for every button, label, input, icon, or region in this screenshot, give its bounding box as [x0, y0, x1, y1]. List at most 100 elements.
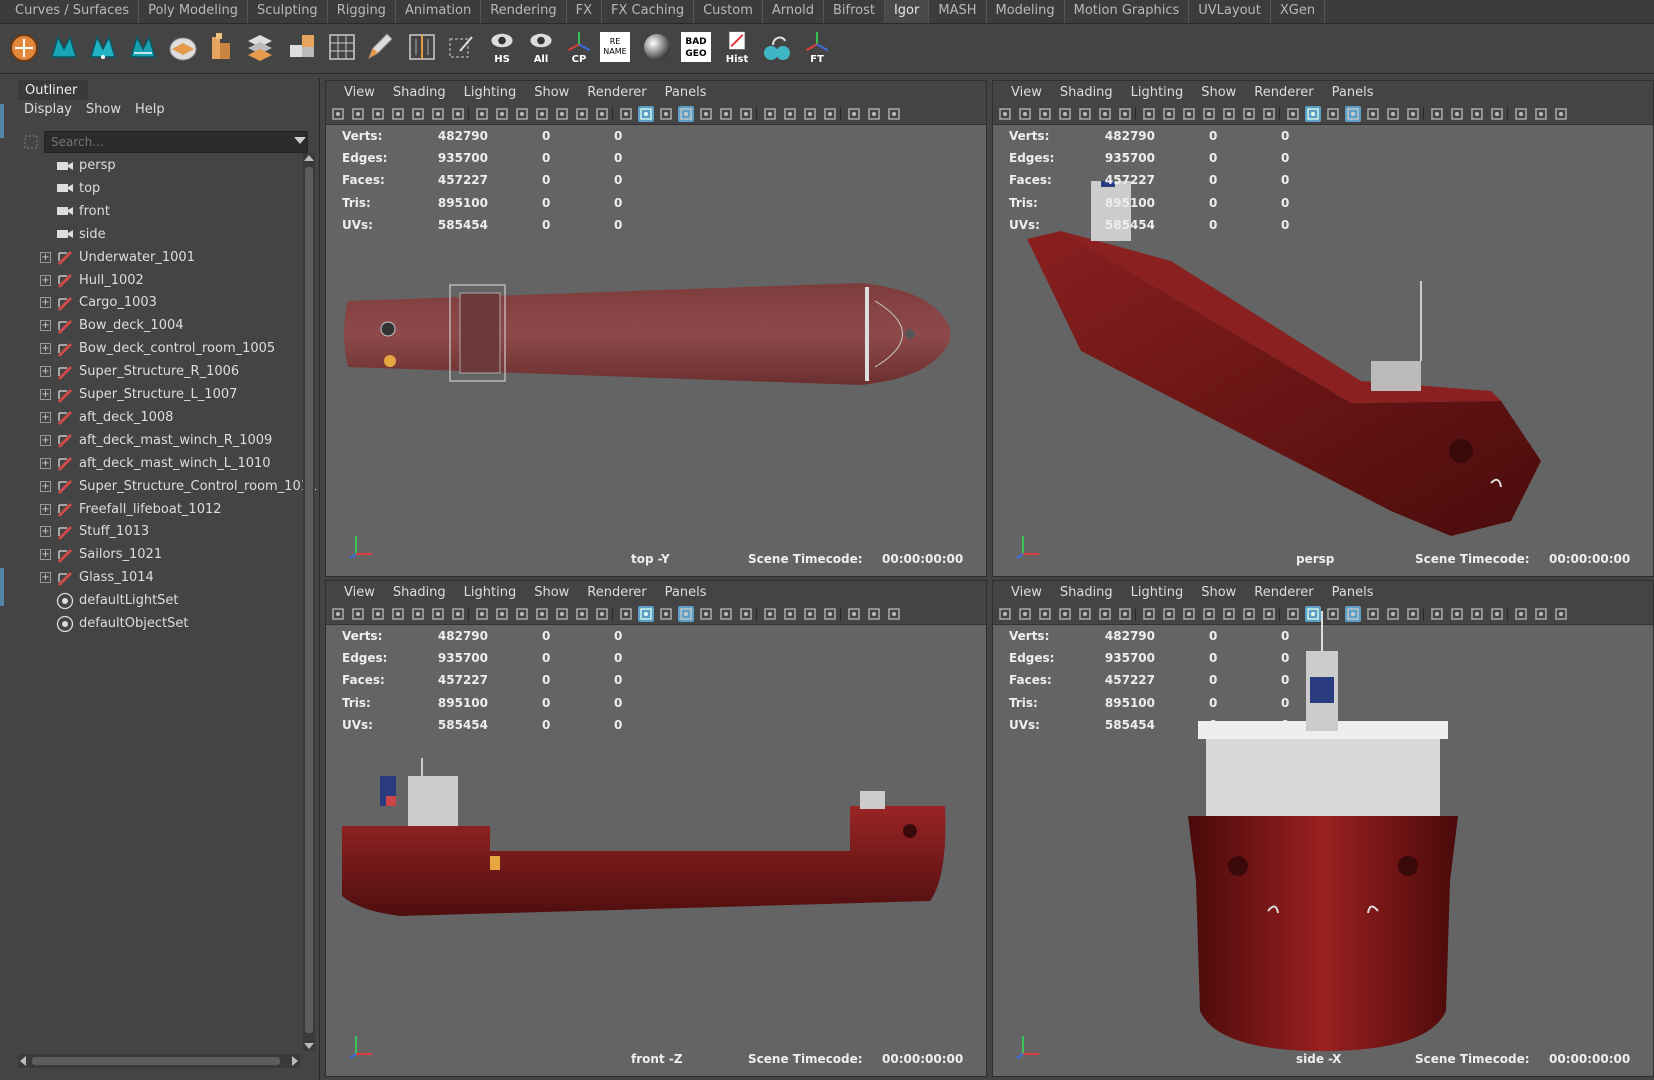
resolution-gate-icon[interactable] [1181, 106, 1197, 122]
outliner-item[interactable]: top [18, 177, 302, 200]
shelf-tab-mash[interactable]: MASH [929, 0, 987, 23]
safe-action-icon[interactable] [574, 106, 590, 122]
expand-plus-icon[interactable]: + [40, 297, 51, 309]
bad-geo-icon[interactable]: BAD GEO [679, 29, 713, 65]
camera-select-icon[interactable] [330, 106, 346, 122]
use-lights-icon[interactable] [698, 106, 714, 122]
orange-circle-tool-icon[interactable] [8, 29, 42, 65]
shelf-tab-arnold[interactable]: Arnold [763, 0, 824, 23]
image-plane-icon[interactable] [1077, 606, 1093, 622]
safe-title-icon[interactable] [594, 606, 610, 622]
grid-icon[interactable] [325, 29, 359, 65]
history-icon[interactable]: Hist [720, 29, 754, 65]
isolate-select-icon[interactable] [1489, 606, 1505, 622]
shadows-icon[interactable] [1385, 106, 1401, 122]
shadows-icon[interactable] [718, 106, 734, 122]
2d-pan-icon[interactable] [430, 606, 446, 622]
bookmark-icon[interactable] [1057, 106, 1073, 122]
xray-icon[interactable] [1513, 106, 1529, 122]
isolate-select-icon[interactable] [822, 106, 838, 122]
search-dropdown-arrow-icon[interactable] [294, 137, 306, 144]
orange-blocks-icon[interactable] [205, 29, 239, 65]
stacked-planes-icon[interactable] [244, 29, 278, 65]
film-gate-icon[interactable] [1161, 606, 1177, 622]
use-lights-icon[interactable] [1365, 106, 1381, 122]
pencil-ruler-icon[interactable] [363, 29, 397, 65]
scroll-right-arrow-icon[interactable] [292, 1056, 298, 1066]
viewport-menu-lighting[interactable]: Lighting [455, 581, 526, 603]
outliner-item[interactable]: front [18, 200, 302, 223]
expand-plus-icon[interactable]: + [40, 411, 51, 423]
field-chart-icon[interactable] [1221, 106, 1237, 122]
expand-plus-icon[interactable]: + [40, 251, 51, 263]
camera-attr-icon[interactable] [370, 606, 386, 622]
expand-plus-icon[interactable]: + [40, 457, 51, 469]
wire-on-shaded-icon[interactable] [658, 606, 674, 622]
shelf-tab-custom[interactable]: Custom [694, 0, 763, 23]
image-plane-icon[interactable] [410, 606, 426, 622]
outliner-item[interactable]: side [18, 223, 302, 246]
viewport-menu-renderer[interactable]: Renderer [578, 581, 655, 603]
expand-plus-icon[interactable]: + [40, 503, 51, 515]
viewport-top[interactable]: View Shading Lighting Show Renderer Panels Ver… [325, 80, 987, 577]
isolate-select-icon[interactable] [1489, 106, 1505, 122]
textured-icon[interactable] [678, 106, 694, 122]
outliner-item[interactable]: defaultObjectSet [18, 612, 302, 635]
image-plane-icon[interactable] [1077, 106, 1093, 122]
shelf-tab-uvlayout[interactable]: UVLayout [1189, 0, 1271, 23]
viewport-menu-show[interactable]: Show [525, 581, 578, 603]
film-gate-icon[interactable] [1161, 106, 1177, 122]
outliner-menu-show[interactable]: Show [86, 102, 121, 117]
outliner-item[interactable]: + aft_deck_mast_winch_L_1010 [18, 452, 302, 475]
viewport-menu-show[interactable]: Show [1192, 581, 1245, 603]
teal-mesh-tool-3-icon[interactable] [127, 29, 161, 65]
shelf-tab-modeling[interactable]: Modeling [987, 0, 1065, 23]
2d-pan-icon[interactable] [430, 106, 446, 122]
resolution-gate-icon[interactable] [514, 106, 530, 122]
viewport-menu-shading[interactable]: Shading [1051, 81, 1122, 103]
grid-toggle-icon[interactable] [1141, 606, 1157, 622]
viewport-menu-shading[interactable]: Shading [384, 581, 455, 603]
viewport-front[interactable]: View Shading Lighting Show Renderer Panels Ver… [325, 580, 987, 1077]
viewport-menu-show[interactable]: Show [525, 81, 578, 103]
film-gate-icon[interactable] [494, 106, 510, 122]
scroll-up-arrow-icon[interactable] [304, 155, 314, 161]
textured-icon[interactable] [1345, 106, 1361, 122]
motion-blur-icon[interactable] [1429, 106, 1445, 122]
viewport-menu-shading[interactable]: Shading [1051, 581, 1122, 603]
viewport-menu-lighting[interactable]: Lighting [1122, 581, 1193, 603]
smooth-shade-icon[interactable] [1305, 106, 1321, 122]
viewport-menu-lighting[interactable]: Lighting [455, 81, 526, 103]
textured-icon[interactable] [678, 606, 694, 622]
outliner-item[interactable]: + Underwater_1001 [18, 246, 302, 269]
pivot-cp-icon[interactable]: CP [562, 29, 596, 65]
shadows-icon[interactable] [718, 606, 734, 622]
grid-blocks-icon[interactable] [286, 29, 320, 65]
ambient-occlusion-icon[interactable] [1405, 106, 1421, 122]
film-gate-icon[interactable] [494, 606, 510, 622]
viewport-menu-lighting[interactable]: Lighting [1122, 81, 1193, 103]
viewport-menu-panels[interactable]: Panels [656, 581, 716, 603]
bookmark-icon[interactable] [390, 106, 406, 122]
viewport-menu-show[interactable]: Show [1192, 81, 1245, 103]
outliner-item[interactable]: + Super_Structure_L_1007 [18, 383, 302, 406]
safe-action-icon[interactable] [1241, 106, 1257, 122]
camera-lock-icon[interactable] [350, 606, 366, 622]
shelf-tab-rendering[interactable]: Rendering [481, 0, 567, 23]
viewport-menu-panels[interactable]: Panels [656, 81, 716, 103]
shelf-tab-motion-graphics[interactable]: Motion Graphics [1065, 0, 1190, 23]
scroll-down-arrow-icon[interactable] [304, 1043, 314, 1049]
viewport-menu-shading[interactable]: Shading [384, 81, 455, 103]
viewport-menu-view[interactable]: View [335, 81, 384, 103]
shelf-tab-animation[interactable]: Animation [396, 0, 482, 23]
xray-icon[interactable] [846, 106, 862, 122]
depth-of-field-icon[interactable] [1469, 606, 1485, 622]
grease-pencil-icon[interactable] [450, 606, 466, 622]
field-chart-icon[interactable] [554, 106, 570, 122]
xray-components-icon[interactable] [886, 606, 902, 622]
viewport-side[interactable]: View Shading Lighting Show Renderer Panels Ver… [992, 580, 1654, 1077]
use-lights-icon[interactable] [698, 606, 714, 622]
camera-lock-icon[interactable] [1017, 106, 1033, 122]
layer-disc-icon[interactable] [167, 29, 201, 65]
shelf-tab-fx-caching[interactable]: FX Caching [602, 0, 695, 23]
